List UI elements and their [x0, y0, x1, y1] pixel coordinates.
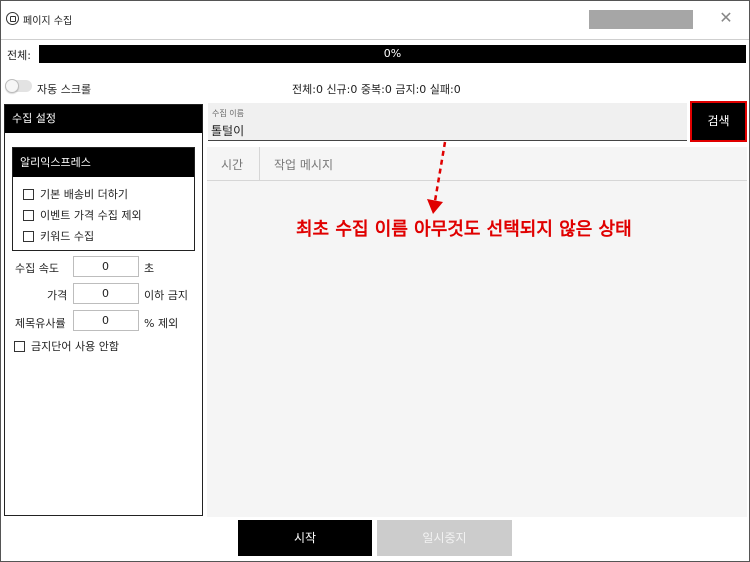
app-window: 페이지 수집 ✕ 전체: 0% 자동 스크롤 전체:0 신규:0 중복:0 금지… — [0, 0, 750, 562]
pause-button[interactable]: 일시중지 — [377, 520, 512, 556]
annotation-arrow — [427, 141, 447, 214]
annotation-text: 최초 수집 이름 아무것도 선택되지 않은 상태 — [296, 219, 632, 240]
start-button[interactable]: 시작 — [238, 520, 372, 556]
annotation-arrow-line — [433, 141, 447, 202]
annotation-arrow-head — [427, 199, 443, 214]
